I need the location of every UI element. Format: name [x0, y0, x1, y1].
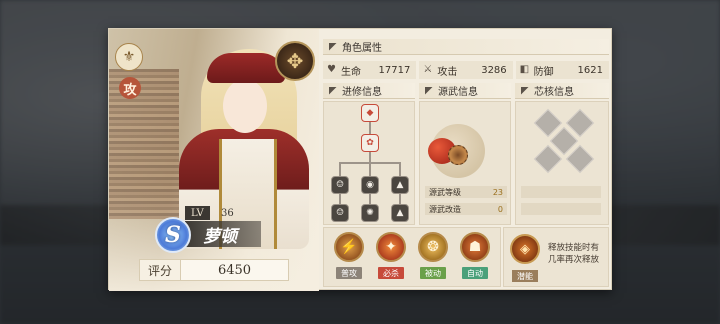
tree-node-leaf-left[interactable]: ☺ [331, 204, 349, 222]
tree-connector [399, 162, 401, 176]
stat-value: 17717 [378, 64, 411, 76]
potential-skill-icon: ◈ [510, 234, 540, 264]
role-type-badge: 攻 [119, 77, 141, 99]
tree-connector [369, 194, 371, 204]
skill-label: 普攻 [336, 267, 362, 279]
skill-label: 被动 [420, 267, 446, 279]
level-value: 36 [221, 207, 234, 219]
passive-icon: ❂ [418, 232, 448, 262]
tree-connector [369, 152, 371, 162]
weapon-image[interactable] [428, 124, 485, 178]
score-box: 评分 6450 [139, 259, 289, 281]
sword-icon: ⚔ [423, 64, 433, 75]
skill-ultimate[interactable]: ✦ 必杀 [374, 232, 408, 286]
weapon-level-row: 源武等级 23 [425, 186, 507, 198]
potential-skill[interactable]: ◈ 潜能 释放技能时有几率再次释放 [503, 227, 609, 287]
weapon-refine-value: 0 [497, 204, 503, 214]
skill-auto[interactable]: ☗ 自动 [458, 232, 492, 286]
weapon-title: 源武信息 [438, 87, 478, 98]
tree-node-root[interactable]: ◆ [361, 104, 379, 122]
tree-node-leaf-mid[interactable]: ✺ [361, 204, 379, 222]
tree-node-branch-right[interactable]: ▲ [391, 176, 409, 194]
stats-row: ♥ 生命 17717 ⚔ 攻击 3286 ◧ 防御 1621 [323, 61, 609, 79]
shield-icon: ◧ [519, 64, 530, 75]
score-label: 评分 [147, 263, 172, 278]
auto-skill-icon: ☗ [460, 232, 490, 262]
character-portrait-card: ⚜ 攻 ✥ LV 36 萝顿 S 评分 6450 [109, 29, 319, 291]
rank-badge: S [155, 217, 191, 253]
core-header: 芯核信息 [515, 83, 609, 99]
weapon-refine-row: 源武改造 0 [425, 203, 507, 215]
advancement-title: 进修信息 [342, 87, 382, 98]
core-stat-row [521, 203, 601, 215]
tree-connector [399, 194, 401, 204]
heart-icon: ♥ [327, 64, 336, 75]
weapon-level-value: 23 [492, 187, 503, 197]
weapon-refine-label: 源武改造 [429, 204, 461, 214]
score-value: 6450 [180, 260, 288, 280]
tree-node-branch-mid[interactable]: ◉ [361, 176, 379, 194]
normal-attack-icon: ⚡ [334, 232, 364, 262]
skill-label: 自动 [462, 267, 488, 279]
skill-normal-attack[interactable]: ⚡ 普攻 [332, 232, 366, 286]
tree-node-level2[interactable]: ✿ [361, 134, 379, 152]
tree-node-leaf-right[interactable]: ▲ [391, 204, 409, 222]
weapon-emblem-icon[interactable]: ✥ [275, 41, 315, 81]
advancement-tree[interactable]: ◆ ✿ ☺ ◉ ▲ ☺ ✺ ▲ [323, 101, 415, 225]
attributes-title: 角色属性 [342, 43, 382, 54]
tree-connector [369, 120, 371, 134]
tree-connector [339, 194, 341, 204]
gear-icon [448, 145, 468, 165]
core-stat-row [521, 186, 601, 198]
stat-value: 1621 [577, 64, 603, 76]
character-hat [207, 53, 285, 83]
attributes-header: 角色属性 [323, 39, 609, 55]
core-title: 芯核信息 [534, 87, 574, 98]
stat-value: 3286 [481, 64, 507, 76]
character-name: 萝顿 [185, 221, 261, 247]
weapon-header: 源武信息 [419, 83, 511, 99]
section-marker-icon [329, 42, 337, 51]
tree-connector [339, 162, 341, 176]
ultimate-icon: ✦ [376, 232, 406, 262]
stat-label: 生命 [341, 66, 361, 78]
tree-node-branch-left[interactable]: ☺ [331, 176, 349, 194]
stat-attack: ⚔ 攻击 3286 [419, 61, 513, 79]
tree-connector [369, 162, 371, 176]
section-marker-icon [425, 86, 433, 95]
stat-defense: ◧ 防御 1621 [515, 61, 609, 79]
stat-label: 防御 [533, 66, 554, 78]
section-marker-icon [329, 86, 337, 95]
level-label: LV [185, 206, 210, 220]
section-marker-icon [521, 86, 529, 95]
character-info-panel: ⚜ 攻 ✥ LV 36 萝顿 S 评分 6450 角色属性 ♥ 生命 17717… [108, 28, 612, 291]
stat-label: 攻击 [437, 66, 458, 78]
stat-hp: ♥ 生命 17717 [323, 61, 417, 79]
skill-label: 必杀 [378, 267, 404, 279]
potential-skill-label: 潜能 [512, 270, 538, 282]
skill-passive[interactable]: ❂ 被动 [416, 232, 450, 286]
character-face [223, 79, 267, 133]
faction-logo-icon[interactable]: ⚜ [115, 43, 143, 71]
weapon-level-label: 源武等级 [429, 187, 461, 197]
advancement-header: 进修信息 [323, 83, 415, 99]
skills-bar: ⚡ 普攻 ✦ 必杀 ❂ 被动 ☗ 自动 [323, 227, 501, 287]
potential-skill-description: 释放技能时有几率再次释放 [548, 243, 600, 265]
